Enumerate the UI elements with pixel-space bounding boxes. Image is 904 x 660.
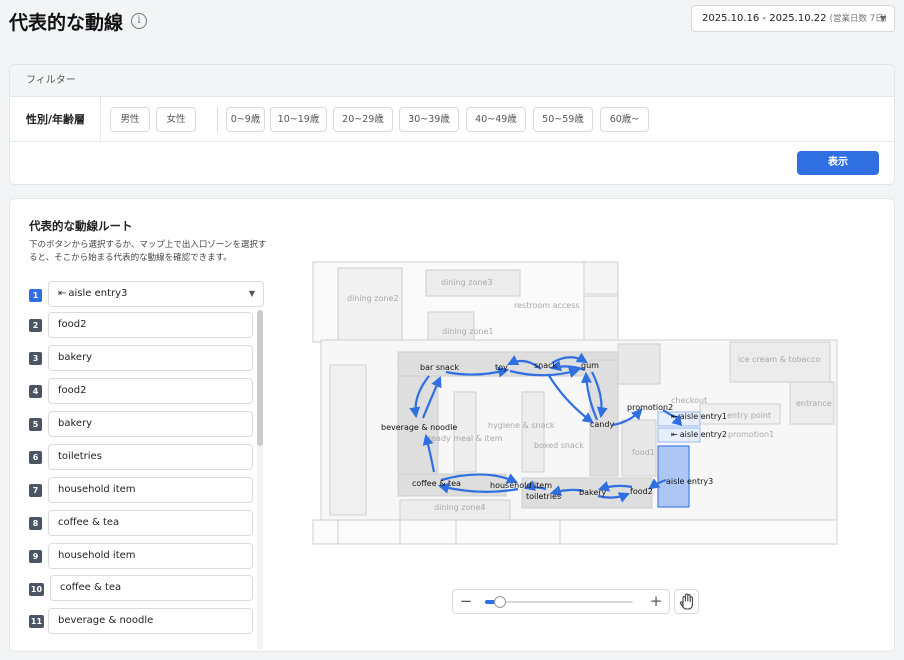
chip-age-10-19[interactable]: 10~19歳 xyxy=(270,107,327,132)
exit-icon: ⇤ xyxy=(58,288,67,299)
route-step[interactable]: bakery xyxy=(48,345,253,371)
zoom-slider[interactable] xyxy=(485,596,633,608)
date-range-value: 2025.10.16 - 2025.10.22 xyxy=(702,13,827,24)
info-icon[interactable]: i xyxy=(131,13,147,29)
route-description: 下のボタンから選択するか、マップ上で出入口ゾーンを選択すると、そこから始まる代表… xyxy=(29,240,267,263)
step-number: 10 xyxy=(29,583,44,596)
step-number: 7 xyxy=(29,484,42,497)
route-step[interactable]: coffee & tea xyxy=(50,575,253,601)
route-panel: 代表的な動線ルート 下のボタンから選択するか、マップ上で出入口ゾーンを選択すると… xyxy=(9,198,895,652)
chip-age-50-59[interactable]: 50~59歳 xyxy=(533,107,593,132)
entry-zone-select[interactable]: ⇤ aisle entry3 ▼ xyxy=(48,281,264,307)
show-button[interactable]: 表示 xyxy=(797,151,879,175)
step-number: 1 xyxy=(29,289,42,302)
date-range-picker[interactable]: 2025.10.16 - 2025.10.22 (営業日数 7日) ▼ xyxy=(691,5,895,32)
step-number: 6 xyxy=(29,451,42,464)
route-step[interactable]: bakery xyxy=(48,411,253,437)
pan-button[interactable] xyxy=(674,589,699,614)
route-step[interactable]: food2 xyxy=(48,378,253,404)
route-title: 代表的な動線ルート xyxy=(29,219,133,233)
row-divider xyxy=(100,97,101,141)
chip-female[interactable]: 女性 xyxy=(156,107,196,132)
step-number: 8 xyxy=(29,517,42,530)
route-step[interactable]: coffee & tea xyxy=(48,510,253,536)
route-step[interactable]: food2 xyxy=(48,312,253,338)
minus-icon[interactable]: − xyxy=(458,590,474,613)
step-number: 5 xyxy=(29,418,42,431)
zoom-slider-handle[interactable] xyxy=(494,596,506,608)
chip-age-60-plus[interactable]: 60歳~ xyxy=(600,107,649,132)
chip-age-40-49[interactable]: 40~49歳 xyxy=(466,107,526,132)
hand-icon xyxy=(679,593,693,610)
route-step[interactable]: household item xyxy=(48,543,253,569)
gender-age-label: 性別/年齢層 xyxy=(26,113,86,126)
steps-scrollbar-thumb[interactable] xyxy=(257,310,263,446)
business-days-note: (営業日数 7日) xyxy=(829,14,887,24)
chevron-down-icon: ▼ xyxy=(248,289,255,298)
chip-male[interactable]: 男性 xyxy=(110,107,150,132)
gender-age-filter-row: 性別/年齢層 男性 女性 0~9歳 10~19歳 20~29歳 30~39歳 4… xyxy=(10,97,894,142)
zoom-control: − + xyxy=(452,589,670,614)
chip-separator xyxy=(217,107,218,132)
chip-age-0-9[interactable]: 0~9歳 xyxy=(226,107,265,132)
step-number: 4 xyxy=(29,385,42,398)
route-step[interactable]: beverage & noodle xyxy=(48,608,253,634)
filter-heading: フィルター xyxy=(10,65,894,97)
step-number: 2 xyxy=(29,319,42,332)
plus-icon[interactable]: + xyxy=(648,590,664,613)
chevron-down-icon: ▼ xyxy=(879,14,886,23)
page-title: 代表的な動線 xyxy=(9,12,124,34)
step-number: 9 xyxy=(29,550,42,563)
step-number: 3 xyxy=(29,352,42,365)
chip-age-30-39[interactable]: 30~39歳 xyxy=(399,107,459,132)
chip-age-20-29[interactable]: 20~29歳 xyxy=(333,107,393,132)
entry-zone-value: aisle entry3 xyxy=(68,288,128,299)
filter-panel: フィルター 性別/年齢層 男性 女性 0~9歳 10~19歳 20~29歳 30… xyxy=(9,64,895,185)
step-number: 11 xyxy=(29,615,44,628)
route-step[interactable]: household item xyxy=(48,477,253,503)
route-step[interactable]: toiletries xyxy=(48,444,253,470)
